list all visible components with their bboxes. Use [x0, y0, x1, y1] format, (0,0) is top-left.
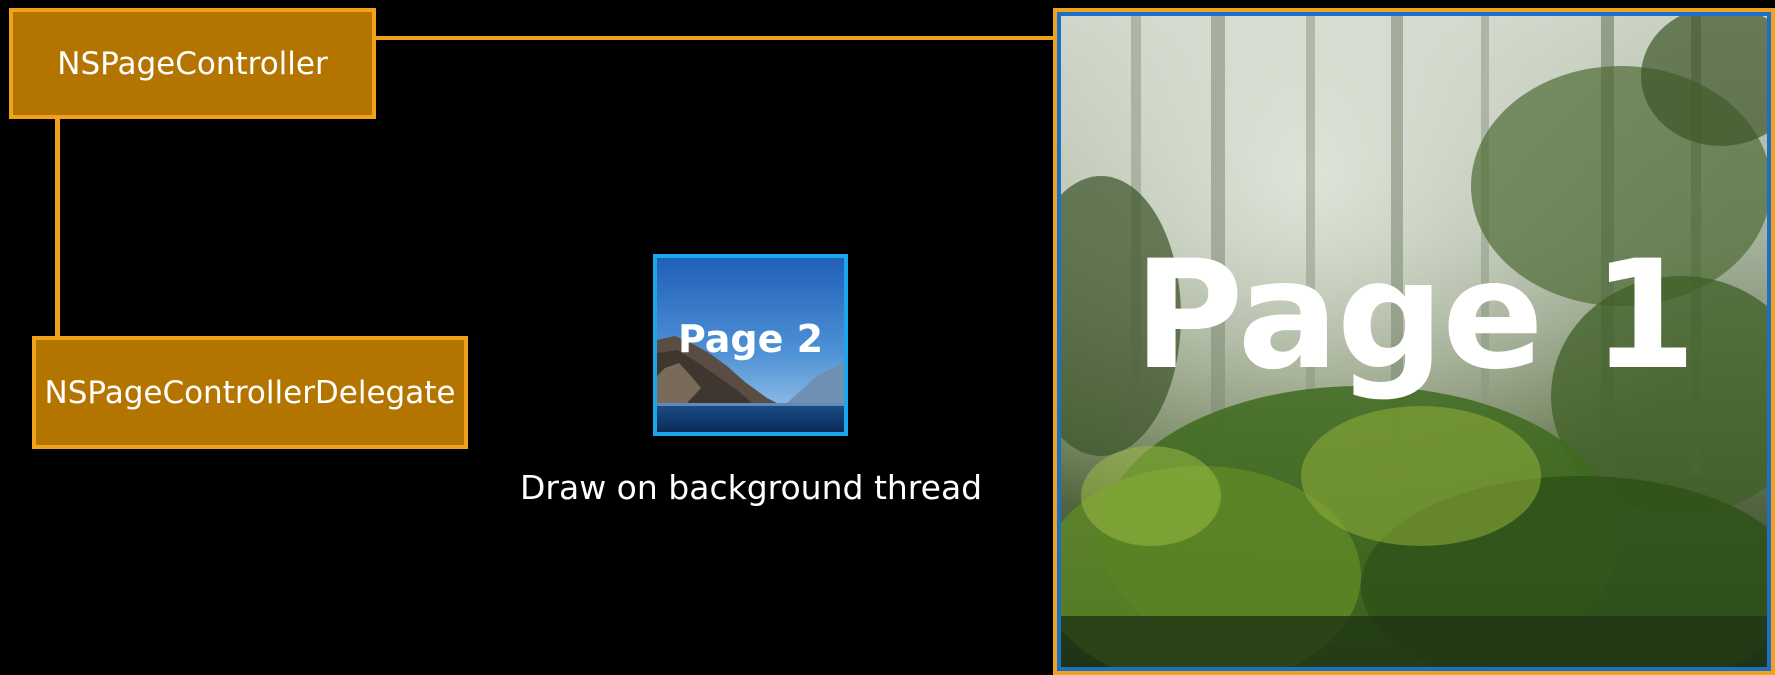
page1-label: Page 1 — [1133, 229, 1697, 403]
nspagecontrollerdelegate-label: NSPageControllerDelegate — [44, 374, 456, 411]
nspagecontrollerdelegate-box: NSPageControllerDelegate — [32, 336, 468, 449]
nspagecontroller-box: NSPageController — [9, 8, 376, 119]
diagram-canvas: NSPageController NSPageControllerDelegat… — [0, 0, 1775, 675]
nspagecontroller-label: NSPageController — [57, 45, 328, 82]
connector-controller-to-page1 — [376, 36, 1054, 40]
page1-inner-frame: Page 1 — [1057, 12, 1771, 671]
page2-label: Page 2 — [677, 317, 824, 361]
draw-on-background-thread-caption: Draw on background thread — [520, 468, 983, 507]
page2-thumbnail: Page 2 — [653, 254, 848, 436]
connector-controller-to-delegate — [55, 119, 60, 336]
page1-card: Page 1 — [1053, 8, 1775, 675]
